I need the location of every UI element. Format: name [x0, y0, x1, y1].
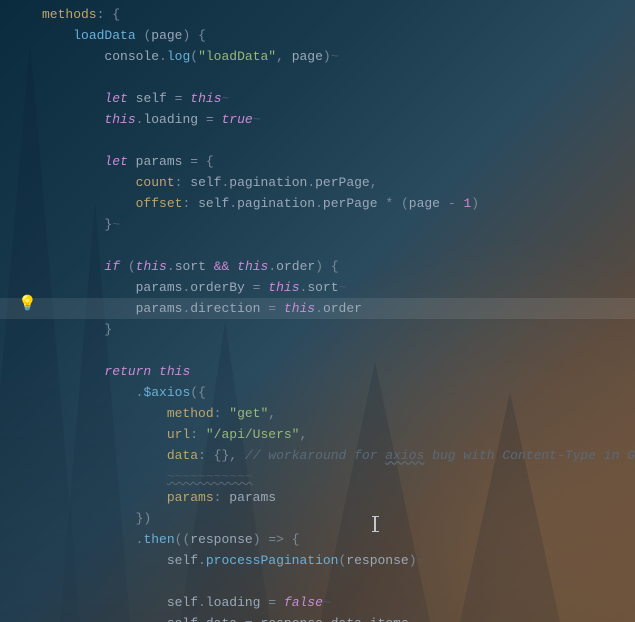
code-line[interactable]: return this	[42, 361, 635, 382]
code-line[interactable]: params.orderBy = this.sort~	[42, 277, 635, 298]
code-editor[interactable]: 💡 methods: { loadData (page) { console.l…	[0, 0, 635, 622]
code-line[interactable]: .then((response) => {	[42, 529, 635, 550]
code-line[interactable]: params: params	[42, 487, 635, 508]
code-line[interactable]: loadData (page) {	[42, 25, 635, 46]
code-line[interactable]: data: {}, // workaround for axios bug wi…	[42, 445, 635, 466]
code-line[interactable]	[42, 67, 635, 88]
code-line[interactable]: self.data = response.data.items	[42, 613, 635, 622]
code-line-highlighted[interactable]: params.direction = this.order	[0, 298, 635, 319]
code-line[interactable]: this.loading = true~	[42, 109, 635, 130]
text-cursor	[374, 516, 376, 532]
code-line[interactable]: }~	[42, 214, 635, 235]
code-line[interactable]: let self = this~	[42, 88, 635, 109]
code-line[interactable]: self.processPagination(response)~	[42, 550, 635, 571]
code-line[interactable]: count: self.pagination.perPage,	[42, 172, 635, 193]
code-line[interactable]: if (this.sort && this.order) {	[42, 256, 635, 277]
gutter: 💡	[0, 0, 38, 622]
code-line[interactable]: ~~~~~~~~~~~	[42, 466, 635, 487]
code-line[interactable]: .$axios({	[42, 382, 635, 403]
code-line[interactable]: method: "get",	[42, 403, 635, 424]
code-line[interactable]: })	[42, 508, 635, 529]
code-line[interactable]: console.log("loadData", page)~	[42, 46, 635, 67]
code-line[interactable]: offset: self.pagination.perPage * (page …	[42, 193, 635, 214]
code-line[interactable]	[42, 340, 635, 361]
code-line[interactable]: let params = {	[42, 151, 635, 172]
code-line[interactable]	[42, 235, 635, 256]
lightbulb-icon[interactable]: 💡	[18, 294, 37, 315]
code-line[interactable]: self.loading = false~	[42, 592, 635, 613]
code-line[interactable]	[42, 571, 635, 592]
code-line[interactable]: }	[42, 319, 635, 340]
code-line[interactable]	[42, 130, 635, 151]
code-line[interactable]: url: "/api/Users",	[42, 424, 635, 445]
code-line[interactable]: methods: {	[42, 4, 635, 25]
